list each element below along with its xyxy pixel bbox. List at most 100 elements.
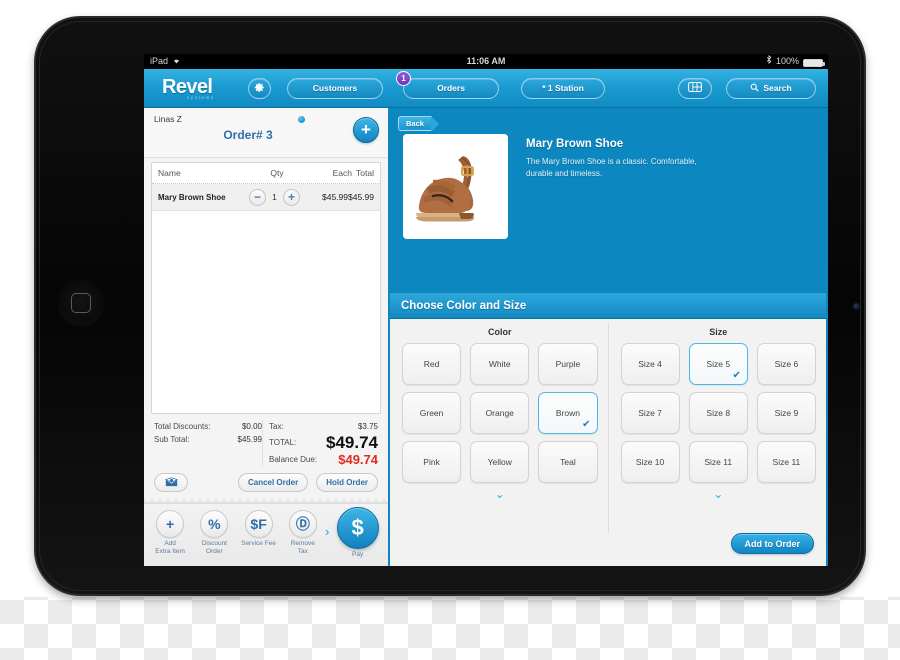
discount-order-label-2: Order bbox=[206, 548, 223, 555]
size-option-11a[interactable]: Size 11 bbox=[688, 441, 748, 483]
item-each-price: $45.99 bbox=[322, 192, 348, 202]
percent-icon: % bbox=[200, 510, 229, 538]
product-detail-pane: Back Mary Brown Shoe The Mary Brown Shoe… bbox=[390, 108, 828, 566]
color-option-label: Red bbox=[423, 359, 440, 369]
remove-tax-button[interactable]: Ⓓ Remove Tax bbox=[281, 510, 325, 556]
size-option-label: Size 6 bbox=[774, 359, 799, 369]
color-option-group: Color Red White Purple Green Orange Brow… bbox=[398, 323, 609, 532]
size-option-label: Size 11 bbox=[772, 457, 801, 467]
qty-decrement-button[interactable]: − bbox=[249, 188, 267, 206]
pane-right-edge bbox=[826, 108, 828, 566]
color-group-title: Color bbox=[488, 327, 512, 337]
front-camera bbox=[853, 303, 860, 310]
orders-badge: 1 bbox=[396, 70, 411, 86]
remove-tax-label-1: Remove bbox=[290, 540, 315, 547]
color-option-white[interactable]: White bbox=[470, 343, 530, 385]
gear-icon bbox=[254, 82, 265, 95]
column-header-each: Each bbox=[332, 168, 352, 178]
size-more-chevron-down-icon[interactable]: ⌄ bbox=[617, 483, 821, 500]
app-navbar: Revel systems Customers 1 Orders * 1 Sta… bbox=[144, 69, 828, 108]
size-option-label: Size 4 bbox=[638, 359, 662, 369]
nav-search-label: Search bbox=[763, 83, 792, 93]
app-body: Linas Z Order# 3 + Name Qty Each Total M… bbox=[144, 108, 828, 566]
color-option-label: Green bbox=[419, 408, 444, 418]
size-option-label: Size 8 bbox=[706, 408, 731, 418]
add-to-order-button[interactable]: Add to Order bbox=[730, 533, 814, 554]
color-option-label: Purple bbox=[555, 359, 581, 369]
add-extra-item-button[interactable]: + Add Extra Item bbox=[148, 510, 192, 556]
options-panel: Choose Color and Size Color Red White Pu… bbox=[390, 293, 828, 566]
hold-order-button[interactable]: Hold Order bbox=[316, 473, 378, 492]
discount-order-button[interactable]: % Discount Order bbox=[192, 510, 236, 556]
service-fee-button[interactable]: $F Service Fee bbox=[236, 510, 280, 548]
product-title: Mary Brown Shoe bbox=[526, 138, 624, 150]
color-option-red[interactable]: Red bbox=[402, 343, 462, 385]
email-receipt-button[interactable] bbox=[154, 473, 188, 492]
total-discounts-value: $0.00 bbox=[241, 422, 262, 431]
status-bar-clock: 11:06 AM bbox=[466, 56, 506, 66]
nav-station-button[interactable]: * 1 Station bbox=[521, 77, 605, 99]
options-panel-footer: Add to Order bbox=[390, 532, 828, 566]
order-panel: Linas Z Order# 3 + Name Qty Each Total M… bbox=[144, 108, 390, 566]
home-button-square-icon bbox=[71, 293, 91, 313]
color-option-orange[interactable]: Orange bbox=[470, 392, 530, 434]
color-option-teal[interactable]: Teal bbox=[538, 441, 598, 483]
size-option-4[interactable]: Size 4 bbox=[620, 343, 680, 385]
pay-button[interactable]: $ Pay bbox=[331, 507, 384, 559]
table-row[interactable]: Mary Brown Shoe − 1 + $45.99 $45.99 bbox=[152, 184, 380, 211]
size-option-8[interactable]: Size 8 bbox=[688, 392, 748, 434]
pay-label: Pay bbox=[352, 551, 364, 558]
balance-due-row: Balance Due: $49.74 bbox=[269, 452, 378, 467]
service-fee-icon: $F bbox=[244, 510, 273, 538]
nav-station-label: * 1 Station bbox=[542, 83, 584, 93]
size-option-5[interactable]: Size 5 ✔ bbox=[688, 343, 748, 385]
chevron-right-icon: › bbox=[324, 523, 330, 539]
settings-button[interactable] bbox=[248, 77, 271, 99]
tax-label: Tax: bbox=[269, 422, 284, 431]
color-option-label: Teal bbox=[560, 457, 576, 467]
color-more-chevron-down-icon[interactable]: ⌄ bbox=[398, 483, 602, 500]
order-action-row: Cancel Order Hold Order bbox=[144, 469, 388, 498]
nav-customers-button[interactable]: Customers bbox=[287, 77, 383, 99]
size-option-7[interactable]: Size 7 bbox=[620, 392, 680, 434]
add-extra-item-label-1: Add bbox=[164, 540, 176, 547]
nav-grid-view-button[interactable] bbox=[678, 77, 712, 99]
size-option-6[interactable]: Size 6 bbox=[756, 343, 816, 385]
back-button-label: Back bbox=[406, 119, 424, 128]
bluetooth-icon bbox=[766, 54, 772, 69]
item-name: Mary Brown Shoe bbox=[158, 192, 226, 202]
grand-total-value: $49.74 bbox=[326, 433, 378, 452]
sub-total-value: $45.99 bbox=[237, 435, 262, 444]
size-option-label: Size 9 bbox=[774, 408, 799, 418]
color-option-purple[interactable]: Purple bbox=[538, 343, 598, 385]
cancel-order-button[interactable]: Cancel Order bbox=[237, 473, 309, 492]
color-option-brown[interactable]: Brown ✔ bbox=[538, 392, 598, 434]
tax-row: Tax: $3.75 bbox=[269, 420, 378, 433]
search-icon bbox=[750, 83, 759, 94]
balance-due-value: $49.74 bbox=[338, 452, 378, 467]
total-discounts-row: Total Discounts: $0.00 bbox=[154, 420, 262, 433]
size-option-9[interactable]: Size 9 bbox=[756, 392, 816, 434]
add-extra-item-label-2: Extra Item bbox=[155, 548, 185, 555]
nav-orders-button[interactable]: 1 Orders bbox=[396, 70, 499, 99]
total-discounts-label: Total Discounts: bbox=[154, 422, 211, 431]
battery-percent-label: 100% bbox=[775, 56, 799, 66]
size-option-11b[interactable]: Size 11 bbox=[756, 441, 816, 483]
color-option-pink[interactable]: Pink bbox=[402, 441, 462, 483]
product-image bbox=[403, 134, 508, 239]
service-fee-label-1: Service Fee bbox=[241, 540, 276, 547]
add-item-button[interactable]: + bbox=[353, 117, 379, 143]
options-panel-body: Color Red White Purple Green Orange Brow… bbox=[390, 319, 828, 532]
qty-increment-button[interactable]: + bbox=[283, 188, 301, 206]
color-option-green[interactable]: Green bbox=[402, 392, 462, 434]
nav-search-button[interactable]: Search bbox=[726, 77, 816, 99]
back-button[interactable]: Back bbox=[398, 116, 439, 132]
revel-logo-subtext: systems bbox=[187, 95, 215, 100]
color-option-yellow[interactable]: Yellow bbox=[470, 441, 530, 483]
size-option-10[interactable]: Size 10 bbox=[620, 441, 680, 483]
product-summary: Mary Brown Shoe The Mary Brown Shoe is a… bbox=[390, 108, 828, 278]
sub-total-label: Sub Total: bbox=[154, 435, 190, 444]
nav-customers-label: Customers bbox=[312, 83, 358, 93]
size-option-group: Size Size 4 Size 5 ✔ Size 6 Size 7 Size … bbox=[609, 323, 821, 532]
home-button[interactable] bbox=[58, 280, 104, 326]
